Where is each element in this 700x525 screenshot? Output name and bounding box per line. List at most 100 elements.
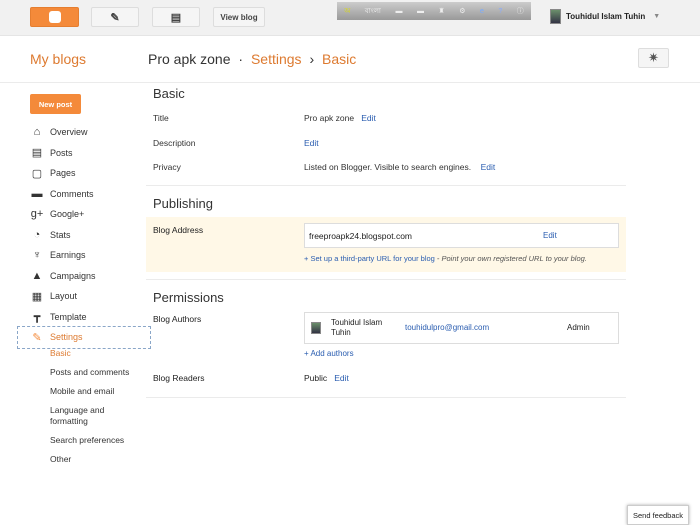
description-edit-link[interactable]: Edit (304, 138, 319, 148)
send-feedback-button[interactable]: Send feedback (627, 505, 689, 525)
ime-icon[interactable]: অ (344, 5, 350, 17)
help-icon[interactable]: ? (498, 8, 502, 15)
privacy-value: Listed on Blogger. Visible to search eng… (304, 162, 472, 172)
description-row: Description Edit (146, 134, 626, 159)
settings-subnav-item[interactable]: Basic (50, 348, 129, 359)
blog-readers-label: Blog Readers (153, 372, 205, 383)
posts-icon: ▤ (31, 147, 43, 160)
my-blogs-link[interactable]: My blogs (30, 51, 86, 67)
authors-block: Blog Authors Touhidul Islam Tuhin touhid… (146, 305, 626, 393)
settings-subnav: Basic Posts and comments Mobile and email L… (50, 348, 129, 473)
description-label: Description (153, 137, 196, 148)
ie-icon[interactable]: e (480, 8, 484, 15)
stats-icon: ◔ (33, 228, 41, 241)
settings-content: Basic Title Pro apk zone Edit Description… (146, 86, 626, 408)
new-post-button[interactable]: New post (30, 94, 81, 114)
blog-address-value: freeproapk24.blogspot.com (309, 230, 413, 241)
author-role: Admin (567, 322, 590, 332)
sidebar-item-earnings[interactable]: ♆ Earnings (30, 245, 150, 266)
privacy-edit-link[interactable]: Edit (481, 162, 496, 172)
sidebar-nav: ⌂ Overview ▤ Posts ▢ Pages ▬ Comments g+ Google+ ◔… (17, 122, 151, 349)
blog-address-label: Blog Address (153, 224, 204, 235)
language-toolbar: অ বাংলা ▬ ▬ ♜ ⚙ e ? ⓘ (337, 2, 531, 20)
pages-icon: ▢ (31, 167, 43, 180)
account-menu[interactable]: Touhidul Islam Tuhin ▼ (550, 9, 660, 24)
blog-address-row: Blog Address freeproapk24.blogspot.com E… (146, 216, 626, 272)
add-authors-link[interactable]: + Add authors (304, 349, 354, 358)
author-row: Touhidul Islam Tuhin touhidulpro@gmail.c… (304, 311, 619, 344)
sidebar-item-template[interactable]: ┳ Template (30, 307, 150, 328)
sidebar-item-label: Overview (50, 127, 88, 138)
settings-subnav-item[interactable]: Other (50, 454, 129, 465)
gear-icon: ✷ (648, 50, 659, 65)
title-value: Pro apk zone (304, 113, 355, 123)
settings-gear-button[interactable]: ✷ (638, 48, 669, 68)
tool-icon[interactable]: ♜ (438, 7, 444, 15)
pencil-icon: ✎ (110, 11, 120, 24)
sidebar-item-comments[interactable]: ▬ Comments (30, 184, 150, 205)
sidebar-item-label: Earnings (50, 250, 86, 261)
settings-subnav-item[interactable]: Language and formatting (50, 405, 120, 426)
sidebar-item-label: Layout (50, 291, 78, 302)
toolbar-icon[interactable]: ▬ (417, 8, 424, 15)
keyboard-icon[interactable]: ▬ (395, 8, 402, 15)
title-row: Title Pro apk zone Edit (146, 109, 626, 134)
author-email-link[interactable]: touhidulpro@gmail.com (405, 323, 489, 332)
sidebar-item-label: Campaigns (50, 270, 96, 281)
section-heading-permissions: Permissions (153, 289, 224, 305)
settings-icon[interactable]: ⚙ (459, 7, 465, 15)
privacy-label: Privacy (153, 162, 181, 172)
settings-subnav-item[interactable]: Posts and comments (50, 367, 129, 378)
language-selector[interactable]: বাংলা (365, 5, 381, 17)
author-avatar (311, 321, 321, 334)
blog-readers-edit-link[interactable]: Edit (334, 373, 349, 383)
campaigns-icon: ▲ (31, 269, 43, 282)
breadcrumb-settings[interactable]: Settings (251, 51, 302, 67)
sidebar-item-label: Stats (50, 229, 71, 240)
settings-subnav-item[interactable]: Search preferences (50, 435, 129, 446)
blog-address-edit-link[interactable]: Edit (543, 231, 557, 240)
posts-list-button[interactable]: ▤ (152, 7, 200, 27)
sidebar-item-campaigns[interactable]: ▲ Campaigns (30, 266, 150, 287)
blog-readers-value: Public (304, 372, 328, 383)
avatar (550, 9, 561, 24)
sidebar-item-settings[interactable]: ✎ Settings (17, 326, 151, 349)
sidebar-item-google[interactable]: g+ Google+ (30, 204, 150, 225)
settings-subnav-item[interactable]: Mobile and email (50, 386, 129, 397)
earnings-icon: ♆ (32, 249, 42, 262)
new-post-pencil-button[interactable]: ✎ (91, 7, 139, 27)
blog-address-box: freeproapk24.blogspot.com Edit (304, 222, 619, 248)
chevron-down-icon: ▼ (653, 13, 661, 20)
title-label: Title (153, 113, 169, 123)
posts-icon: ▤ (170, 11, 182, 24)
third-party-url-note: - Point your own registered URL to your … (434, 253, 587, 263)
sidebar-item-label: Template (50, 311, 87, 322)
view-blog-button[interactable]: View blog (213, 7, 265, 27)
sidebar-item-label: Google+ (50, 209, 85, 220)
section-heading-basic: Basic (153, 86, 185, 101)
blogger-icon (48, 11, 61, 23)
section-heading-publishing: Publishing (153, 195, 213, 211)
sidebar-item-stats[interactable]: ◔ Stats (30, 225, 150, 246)
settings-icon: ✎ (32, 331, 42, 344)
breadcrumb-basic: Basic (322, 51, 357, 67)
author-name: Touhidul Islam Tuhin (331, 317, 383, 337)
breadcrumb-blog: Pro apk zone (148, 51, 231, 67)
template-icon: ┳ (33, 311, 41, 324)
breadcrumb: Pro apk zone · Settings › Basic (148, 51, 356, 67)
privacy-row: Privacy Listed on Blogger. Visible to sea… (146, 158, 626, 183)
sidebar-item-overview[interactable]: ⌂ Overview (30, 122, 150, 143)
sidebar-item-posts[interactable]: ▤ Posts (30, 143, 150, 164)
title-edit-link[interactable]: Edit (361, 113, 376, 123)
breadcrumb-separator: › (309, 51, 315, 67)
third-party-url-link[interactable]: + Set up a third-party URL for your blog (304, 254, 435, 263)
user-name: Touhidul Islam Tuhin (566, 12, 646, 21)
blogger-logo-button[interactable] (30, 7, 79, 27)
top-bar: ✎ ▤ View blog অ বাংলা ▬ ▬ ♜ ⚙ e ? ⓘ Touh… (0, 0, 700, 36)
breadcrumb-separator: · (238, 51, 244, 67)
sidebar-item-layout[interactable]: ▦ Layout (30, 286, 150, 307)
sidebar-item-pages[interactable]: ▢ Pages (30, 163, 150, 184)
page-header: My blogs Pro apk zone · Settings › Basic… (0, 48, 700, 83)
info-icon[interactable]: ⓘ (517, 6, 524, 16)
blog-authors-label: Blog Authors (153, 313, 202, 324)
